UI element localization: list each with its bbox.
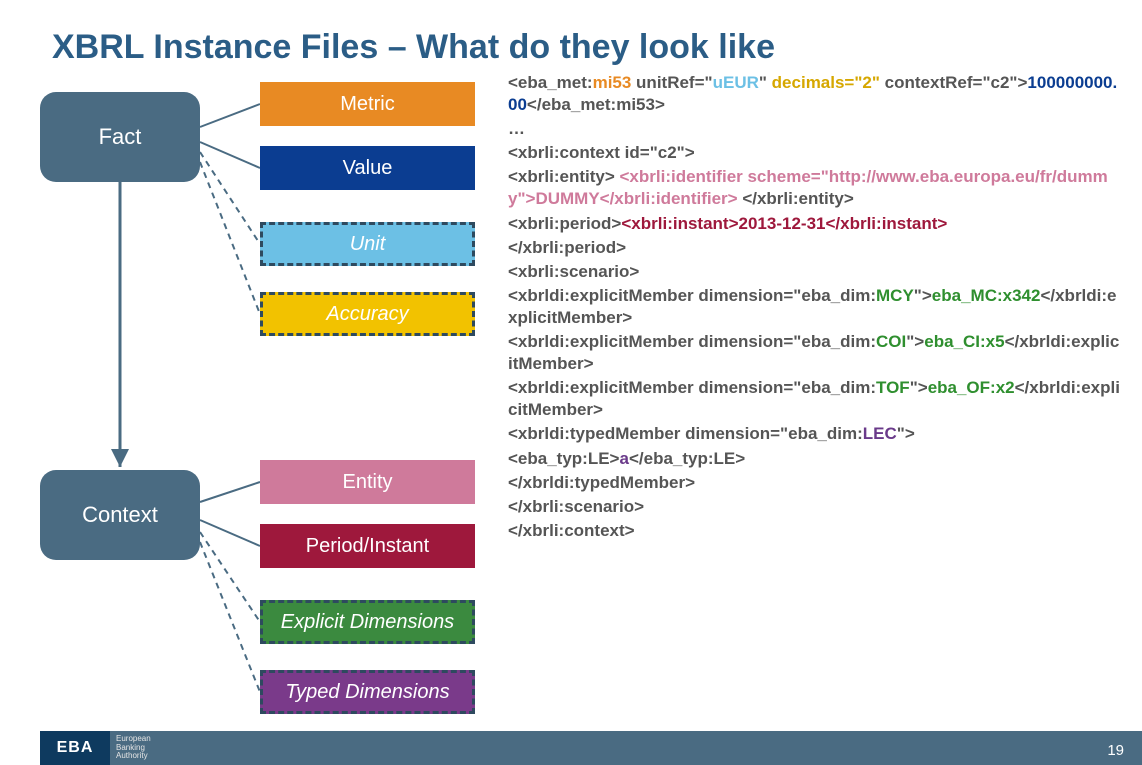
- code-green: TOF: [876, 378, 910, 397]
- chip-explicit-dimensions: Explicit Dimensions: [260, 600, 475, 644]
- chip-accuracy: Accuracy: [260, 292, 475, 336]
- code-text: ">: [897, 424, 915, 443]
- eba-logo: EBA: [40, 731, 110, 765]
- node-context: Context: [40, 470, 200, 560]
- code-text: ">: [914, 286, 932, 305]
- code-text: <xbrli:entity>: [508, 167, 619, 186]
- xml-code-block: <eba_met:mi53 unitRef="uEUR" decimals="2…: [508, 72, 1123, 544]
- code-text: ": [759, 73, 772, 92]
- code-text: <xbrldi:explicitMember dimension="eba_di…: [508, 332, 876, 351]
- code-text: </eba_met:mi53>: [527, 95, 665, 114]
- code-text: </eba_typ:LE>: [629, 449, 745, 468]
- code-text: <xbrli:scenario>: [508, 261, 1123, 283]
- code-text: </xbrli:context>: [508, 520, 1123, 542]
- code-text: <xbrldi:explicitMember dimension="eba_di…: [508, 378, 876, 397]
- code-text: <xbrli:period>: [508, 214, 621, 233]
- code-green: MCY: [876, 286, 914, 305]
- code-maroon: <xbrli:instant>2013-12-31</xbrli:instant…: [621, 214, 947, 233]
- code-text: <xbrldi:explicitMember dimension="eba_di…: [508, 286, 876, 305]
- slide-footer: EBA European Banking Authority 19: [40, 731, 1142, 765]
- code-green: eba_OF:x2: [928, 378, 1015, 397]
- code-green: COI: [876, 332, 906, 351]
- code-text: </xbrli:period>: [508, 237, 1123, 259]
- code-text: contextRef="c2">: [880, 73, 1027, 92]
- code-text: unitRef=": [631, 73, 712, 92]
- code-skyblue: uEUR: [713, 73, 759, 92]
- code-text: </xbrldi:typedMember>: [508, 472, 1123, 494]
- code-green: eba_CI:x5: [924, 332, 1004, 351]
- eba-subtitle: European Banking Authority: [116, 735, 151, 760]
- diagram-area: Fact Context Metric Value Unit Accuracy …: [30, 72, 510, 712]
- eba-sub-line: Authority: [116, 752, 151, 760]
- code-text: <xbrli:context id="c2">: [508, 142, 1123, 164]
- code-text: </xbrli:entity>: [738, 189, 854, 208]
- code-text: ">: [906, 332, 924, 351]
- chip-typed-dimensions: Typed Dimensions: [260, 670, 475, 714]
- code-text: <eba_typ:LE>: [508, 449, 620, 468]
- code-orange: mi53: [593, 73, 632, 92]
- chip-unit: Unit: [260, 222, 475, 266]
- chip-entity: Entity: [260, 460, 475, 504]
- chip-value: Value: [260, 146, 475, 190]
- page-number: 19: [1107, 742, 1124, 759]
- code-text: </xbrli:scenario>: [508, 496, 1123, 518]
- code-text: ">: [910, 378, 928, 397]
- node-fact: Fact: [40, 92, 200, 182]
- chip-period: Period/Instant: [260, 524, 475, 568]
- code-purple: LEC: [863, 424, 897, 443]
- code-text: <xbrldi:typedMember dimension="eba_dim:: [508, 424, 863, 443]
- chip-metric: Metric: [260, 82, 475, 126]
- code-purple: a: [620, 449, 629, 468]
- code-text: <eba_met:: [508, 73, 593, 92]
- code-gold: decimals="2": [772, 73, 880, 92]
- slide-title: XBRL Instance Files – What do they look …: [52, 28, 775, 67]
- code-text: …: [508, 118, 1123, 140]
- code-green: eba_MC:x342: [932, 286, 1041, 305]
